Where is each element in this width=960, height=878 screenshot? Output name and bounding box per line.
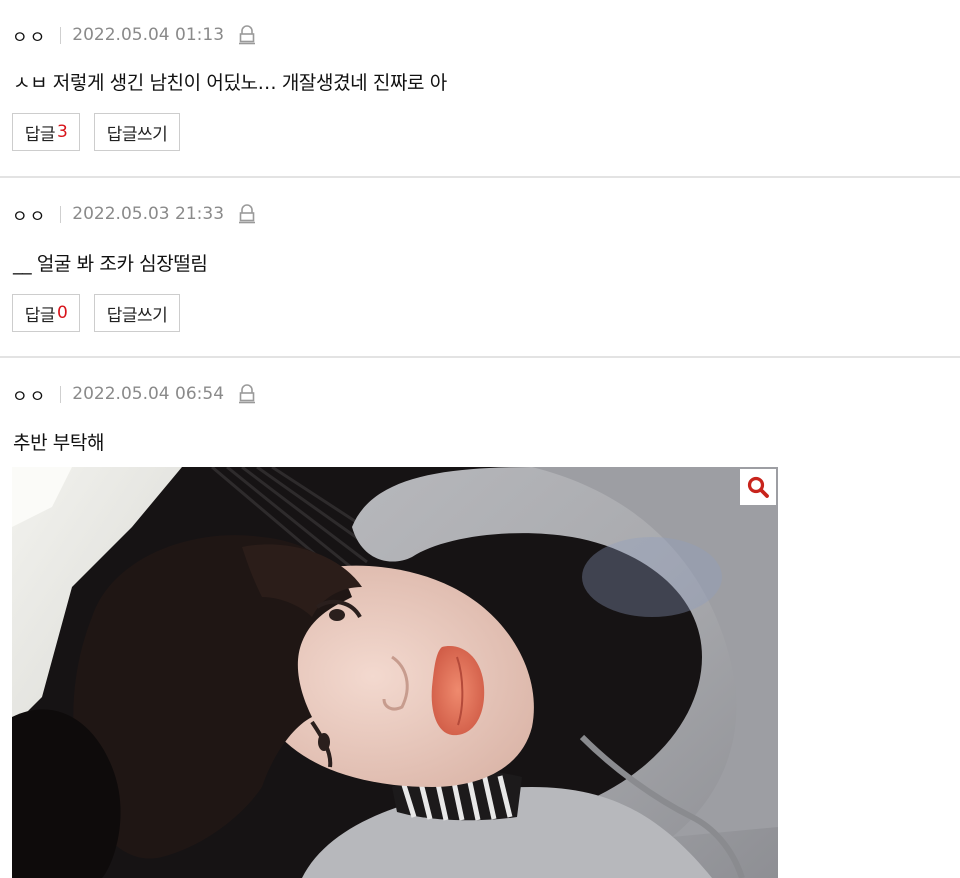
comment-author: ㅇㅇ	[12, 386, 48, 407]
comment-item: ㅇㅇ 2022.05.04 06:54 추반 부탁해	[0, 358, 960, 878]
comment-date: 2022.05.03 21:33	[72, 204, 225, 224]
meta-divider	[60, 385, 62, 403]
comment-text: __ 얼굴 봐 조카 심장떨림	[13, 253, 208, 275]
comment-author: ㅇㅇ	[12, 206, 48, 227]
attached-photo[interactable]	[12, 467, 778, 878]
comment-text: ㅅㅂ 저렇게 생긴 남친이 어딨노… 개잘생겼네 진짜로 아	[13, 72, 447, 94]
reply-label: 답글	[24, 305, 56, 326]
comment-item: ㅇㅇ 2022.05.04 01:13 ㅅㅂ 저렇게 생긴 남친이 어딨노… 개…	[0, 0, 960, 178]
lock-icon[interactable]	[238, 204, 256, 224]
write-reply-button[interactable]: 답글쓰기	[94, 294, 180, 332]
zoom-button[interactable]	[740, 469, 776, 505]
magnifier-icon	[747, 476, 769, 498]
comment-actions: 답글 3 답글쓰기	[12, 113, 180, 151]
reply-count-button[interactable]: 답글 3	[12, 113, 80, 151]
comment-date: 2022.05.04 01:13	[72, 25, 225, 45]
comment-meta: ㅇㅇ 2022.05.04 06:54	[12, 383, 256, 407]
comment-meta: ㅇㅇ 2022.05.04 01:13	[12, 24, 256, 48]
write-reply-button[interactable]: 답글쓰기	[94, 113, 180, 151]
reply-count-button[interactable]: 답글 0	[12, 294, 80, 332]
lock-icon[interactable]	[238, 25, 256, 45]
lock-icon[interactable]	[238, 384, 256, 404]
comment-actions: 답글 0 답글쓰기	[12, 294, 180, 332]
comment-author: ㅇㅇ	[12, 27, 48, 48]
comment-meta: ㅇㅇ 2022.05.03 21:33	[12, 203, 256, 227]
meta-divider	[60, 26, 62, 44]
comment-text: 추반 부탁해	[13, 432, 105, 454]
reply-count: 0	[56, 303, 68, 323]
meta-divider	[60, 205, 62, 223]
comment-item: ㅇㅇ 2022.05.03 21:33 __ 얼굴 봐 조카 심장떨림 답글 0 …	[0, 178, 960, 358]
reply-label: 답글	[24, 124, 56, 145]
photo-illustration	[12, 467, 778, 878]
reply-count: 3	[56, 122, 68, 142]
comment-date: 2022.05.04 06:54	[72, 384, 225, 404]
